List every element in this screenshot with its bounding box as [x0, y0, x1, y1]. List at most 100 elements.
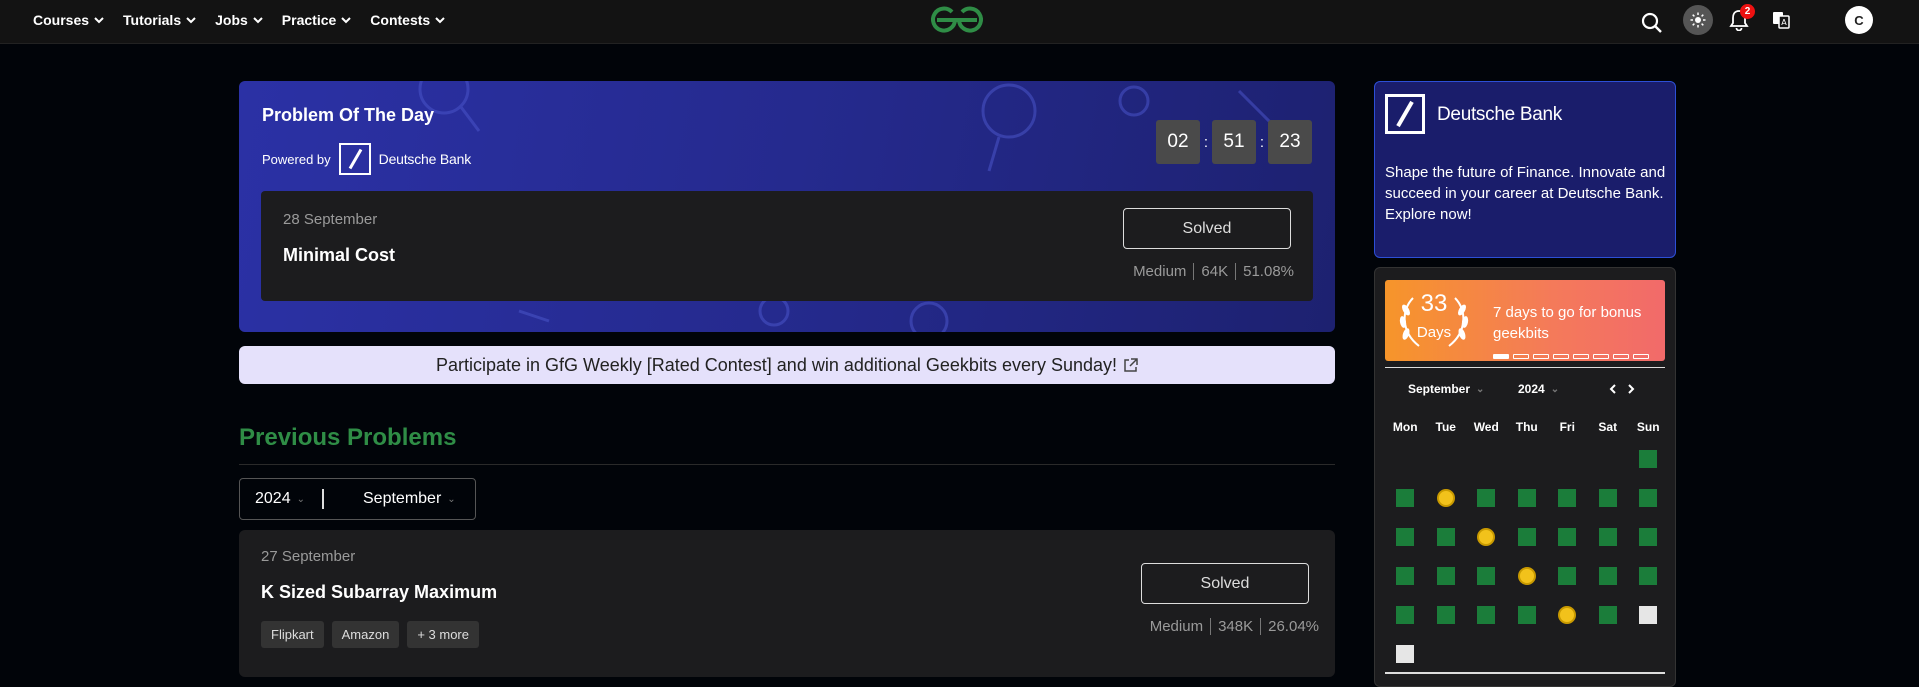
- year-select-value: 2024: [255, 490, 291, 507]
- chevron-down-icon: [94, 17, 104, 24]
- calendar-day-empty[interactable]: [1639, 606, 1657, 624]
- nav-contests[interactable]: Contests: [370, 12, 446, 28]
- chevron-down-icon: [253, 17, 263, 24]
- month-select[interactable]: September ⌄: [324, 490, 456, 508]
- company-tags: Flipkart Amazon + 3 more: [261, 621, 479, 648]
- calendar-day-streak[interactable]: [1517, 567, 1536, 585]
- streak-unit: Days: [1416, 324, 1452, 341]
- calendar-day-solved[interactable]: [1436, 567, 1455, 585]
- difficulty: Medium: [1133, 263, 1187, 280]
- timer-separator: :: [1203, 133, 1209, 151]
- chevron-down-icon: [435, 17, 445, 24]
- nav-contests-label: Contests: [370, 12, 431, 28]
- calendar-day-streak[interactable]: [1477, 528, 1495, 546]
- calendar-day-solved[interactable]: [1598, 489, 1617, 507]
- weekday-label: Sun: [1636, 420, 1660, 434]
- problem-solved-button[interactable]: Solved: [1141, 563, 1309, 604]
- calendar-day-solved[interactable]: [1396, 489, 1414, 507]
- external-link-icon: [1124, 357, 1138, 372]
- theme-toggle-button[interactable]: [1683, 5, 1713, 35]
- problem-date: 27 September: [261, 548, 356, 565]
- chevron-down-icon: ⌄: [296, 493, 305, 505]
- calendar-day-empty[interactable]: [1396, 645, 1414, 663]
- calendar-day-solved[interactable]: [1477, 567, 1495, 585]
- tag-amazon[interactable]: Amazon: [331, 621, 400, 648]
- user-avatar[interactable]: C: [1845, 6, 1873, 34]
- streak-banner: 33 Days 7 days to go for bonus geekbits: [1385, 280, 1665, 361]
- problem-stats: Medium 348K 26.04%: [1150, 618, 1319, 635]
- calendar-day-solved[interactable]: [1477, 489, 1495, 507]
- calendar-day-streak[interactable]: [1436, 489, 1455, 507]
- chevron-right-icon[interactable]: [1626, 384, 1636, 394]
- calendar-day-solved[interactable]: [1598, 606, 1617, 624]
- streak-progress-segment: [1533, 354, 1549, 359]
- timer-minutes: 51: [1212, 120, 1256, 164]
- calendar-day-streak[interactable]: [1558, 606, 1576, 624]
- calendar-day-solved[interactable]: [1517, 528, 1536, 546]
- year-select[interactable]: 2024 ⌄: [240, 489, 324, 509]
- calendar-day-solved[interactable]: [1396, 528, 1414, 546]
- potd-solved-button[interactable]: Solved: [1123, 208, 1291, 249]
- weekly-contest-banner[interactable]: Participate in GfG Weekly [Rated Contest…: [239, 346, 1335, 384]
- calendar-day-solved[interactable]: [1558, 489, 1576, 507]
- chevron-down-icon: ⌄: [1550, 383, 1560, 395]
- nav-practice[interactable]: Practice: [282, 12, 352, 28]
- calendar-day-solved[interactable]: [1639, 528, 1657, 546]
- nav-jobs-label: Jobs: [215, 12, 248, 28]
- deutsche-bank-ad[interactable]: Deutsche Bank Shape the future of Financ…: [1374, 81, 1676, 258]
- gfg-logo[interactable]: [928, 4, 986, 36]
- nav-menu: Courses Tutorials Jobs Practice Contests: [33, 0, 464, 40]
- translate-icon[interactable]: A: [1772, 11, 1790, 29]
- accuracy: 51.08%: [1235, 263, 1294, 280]
- calendar-day-solved[interactable]: [1477, 606, 1495, 624]
- calendar-header: September ⌄ 2024 ⌄: [1408, 382, 1648, 396]
- chevron-down-icon: ⌄: [447, 493, 456, 505]
- divider: [239, 464, 1335, 465]
- calendar-day-solved[interactable]: [1639, 450, 1657, 468]
- streak-message: 7 days to go for bonus geekbits: [1493, 304, 1642, 342]
- calendar-day-solved[interactable]: [1436, 528, 1455, 546]
- calendar-day-solved[interactable]: [1517, 606, 1536, 624]
- calendar-year-select[interactable]: 2024 ⌄: [1518, 382, 1608, 396]
- calendar-day-solved[interactable]: [1436, 606, 1455, 624]
- streak-progress: [1493, 354, 1649, 359]
- calendar-day-solved[interactable]: [1558, 567, 1576, 585]
- calendar-year-value: 2024: [1518, 382, 1545, 396]
- streak-calendar-card: 33 Days 7 days to go for bonus geekbits …: [1374, 267, 1676, 687]
- nav-jobs[interactable]: Jobs: [215, 12, 264, 28]
- potd-stats: Medium 64K 51.08%: [1133, 263, 1294, 280]
- problem-card[interactable]: 27 September K Sized Subarray Maximum Fl…: [239, 530, 1335, 677]
- powered-by: Powered by Deutsche Bank: [262, 143, 471, 175]
- nav-tutorials[interactable]: Tutorials: [123, 12, 197, 28]
- potd-problem-name[interactable]: Minimal Cost: [283, 245, 395, 266]
- timer-seconds: 23: [1268, 120, 1312, 164]
- potd-date: 28 September: [283, 211, 378, 228]
- submissions: 348K: [1210, 618, 1260, 635]
- calendar-day-solved[interactable]: [1517, 489, 1536, 507]
- powered-by-label: Powered by: [262, 151, 331, 167]
- tag-flipkart[interactable]: Flipkart: [261, 621, 324, 648]
- potd-problem-card[interactable]: 28 September Minimal Cost Solved Medium …: [261, 191, 1313, 301]
- nav-courses[interactable]: Courses: [33, 12, 105, 28]
- chevron-down-icon: [186, 17, 196, 24]
- calendar-day-solved[interactable]: [1558, 528, 1576, 546]
- calendar-nav: [1608, 384, 1636, 394]
- potd-card: Problem Of The Day Powered by Deutsche B…: [239, 81, 1335, 332]
- calendar-month-select[interactable]: September ⌄: [1408, 382, 1518, 396]
- weekday-label: Sat: [1598, 420, 1618, 434]
- problem-name[interactable]: K Sized Subarray Maximum: [261, 582, 497, 603]
- tag-more[interactable]: + 3 more: [407, 621, 479, 648]
- search-icon[interactable]: [1641, 9, 1663, 37]
- calendar-day-solved[interactable]: [1598, 528, 1617, 546]
- chevron-left-icon[interactable]: [1608, 384, 1618, 394]
- calendar-day-solved[interactable]: [1396, 606, 1414, 624]
- calendar-month-value: September: [1408, 382, 1471, 396]
- calendar-day-solved[interactable]: [1639, 489, 1657, 507]
- svg-text:A: A: [1781, 18, 1787, 27]
- ad-company-name: Deutsche Bank: [1437, 104, 1562, 125]
- calendar-day-solved[interactable]: [1598, 567, 1617, 585]
- streak-progress-segment: [1593, 354, 1609, 359]
- calendar-day-solved[interactable]: [1639, 567, 1657, 585]
- calendar-day-solved[interactable]: [1396, 567, 1414, 585]
- nav-courses-label: Courses: [33, 12, 90, 28]
